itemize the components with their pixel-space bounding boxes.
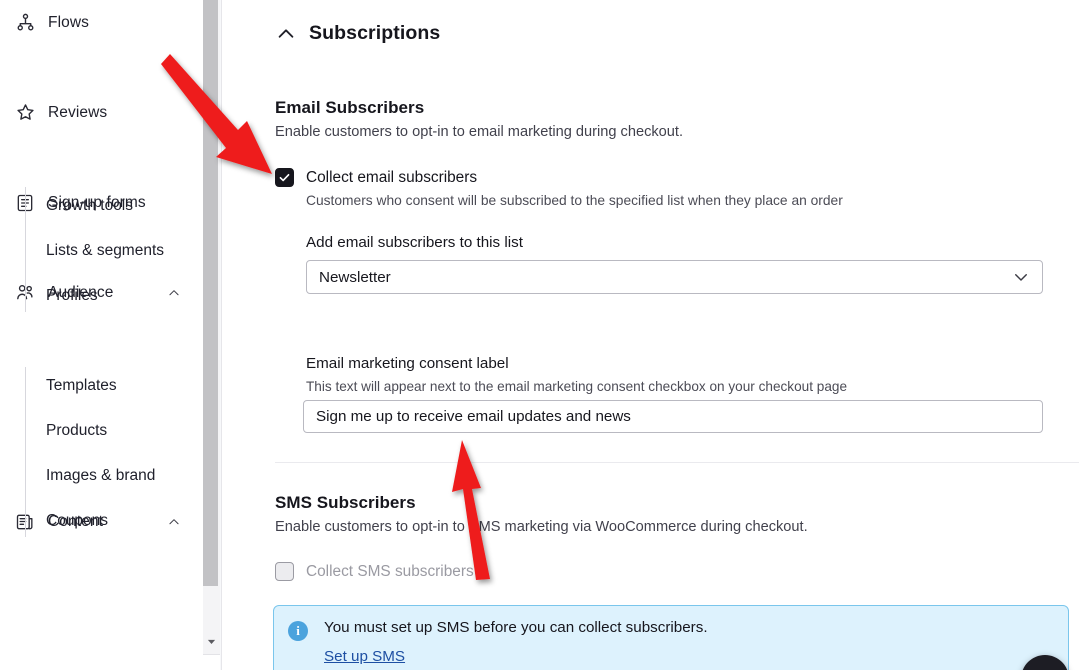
sidebar-item-flows[interactable]: Flows: [0, 0, 203, 45]
sidebar-subnav-audience: Growth tools Lists & segments Profiles: [0, 183, 203, 318]
chevron-down-icon: [1012, 268, 1030, 286]
collect-email-subscribers-label: Collect email subscribers: [306, 169, 478, 186]
sms-subscribers-description: Enable customers to opt-in to SMS market…: [275, 519, 808, 535]
chevron-up-icon[interactable]: [275, 23, 297, 45]
flows-icon: [14, 12, 36, 34]
sidebar-subnav-content: Templates Products Images & brand Coupon…: [0, 363, 203, 543]
collect-email-subscribers-row[interactable]: Collect email subscribers: [275, 168, 477, 187]
sidebar-subitem-label: Products: [46, 421, 108, 439]
email-subscribers-heading: Email Subscribers: [275, 98, 425, 117]
add-email-subscribers-list-label: Add email subscribers to this list: [306, 234, 523, 251]
sidebar-navigation: Flows Reviews Sign-up forms Audience Gro…: [0, 0, 203, 670]
sidebar-item-lists-segments[interactable]: Lists & segments: [25, 228, 203, 273]
app-window: Flows Reviews Sign-up forms Audience Gro…: [0, 0, 1079, 670]
sidebar-scrollbar-thumb[interactable]: [203, 0, 218, 586]
section-title: Subscriptions: [309, 22, 441, 44]
sidebar-subitem-label: Lists & segments: [46, 241, 165, 259]
collect-sms-subscribers-row: Collect SMS subscribers: [275, 562, 474, 581]
collect-sms-subscribers-checkbox: [275, 562, 294, 581]
sms-setup-info-banner: i You must set up SMS before you can col…: [273, 605, 1069, 670]
collect-email-subscribers-help: Customers who consent will be subscribed…: [306, 193, 843, 208]
email-subscribers-description: Enable customers to opt-in to email mark…: [275, 124, 684, 140]
sidebar-subitem-label: Profiles: [46, 286, 98, 304]
collect-sms-subscribers-label: Collect SMS subscribers: [306, 563, 474, 580]
email-list-select[interactable]: Newsletter: [306, 260, 1043, 294]
email-consent-label-field-label: Email marketing consent label: [306, 355, 509, 372]
sidebar-item-profiles[interactable]: Profiles: [25, 273, 203, 318]
subscriptions-section-header[interactable]: Subscriptions: [275, 22, 440, 45]
sidebar-subitem-label: Coupons: [46, 511, 109, 529]
scrollbar-corner: [203, 654, 220, 670]
main-content: Subscriptions Email Subscribers Enable c…: [223, 0, 1079, 670]
email-consent-label-input[interactable]: Sign me up to receive email updates and …: [303, 400, 1043, 433]
info-icon: i: [288, 621, 308, 641]
sidebar-subitem-label: Templates: [46, 376, 117, 394]
chevron-down-icon: [207, 633, 216, 651]
scrollbar-down-button[interactable]: [203, 630, 220, 654]
sidebar-item-reviews[interactable]: Reviews: [0, 90, 203, 135]
section-divider: [275, 462, 1079, 463]
email-consent-label-input-value: Sign me up to receive email updates and …: [316, 408, 631, 425]
sidebar-item-coupons[interactable]: Coupons: [25, 498, 203, 543]
sms-subscribers-heading: SMS Subscribers: [275, 493, 416, 512]
banner-message: You must set up SMS before you can colle…: [324, 619, 708, 636]
sidebar-item-products[interactable]: Products: [25, 408, 203, 453]
sidebar-subitem-label: Images & brand: [46, 466, 156, 484]
sidebar-item-label: Reviews: [48, 103, 108, 121]
sidebar-item-templates[interactable]: Templates: [25, 363, 203, 408]
star-icon: [14, 102, 36, 124]
email-list-select-value: Newsletter: [319, 268, 391, 286]
collect-email-subscribers-checkbox[interactable]: [275, 168, 294, 187]
sidebar-item-images-brand[interactable]: Images & brand: [25, 453, 203, 498]
sidebar-item-label: Flows: [48, 13, 89, 31]
sidebar-subitem-label: Growth tools: [46, 196, 134, 214]
sidebar-item-growth-tools[interactable]: Growth tools: [25, 183, 203, 228]
sidebar-scrollbar-track[interactable]: [203, 0, 220, 654]
set-up-sms-link[interactable]: Set up SMS: [324, 648, 405, 665]
sidebar-divider: [220, 0, 222, 670]
email-consent-label-field-help: This text will appear next to the email …: [306, 379, 848, 394]
